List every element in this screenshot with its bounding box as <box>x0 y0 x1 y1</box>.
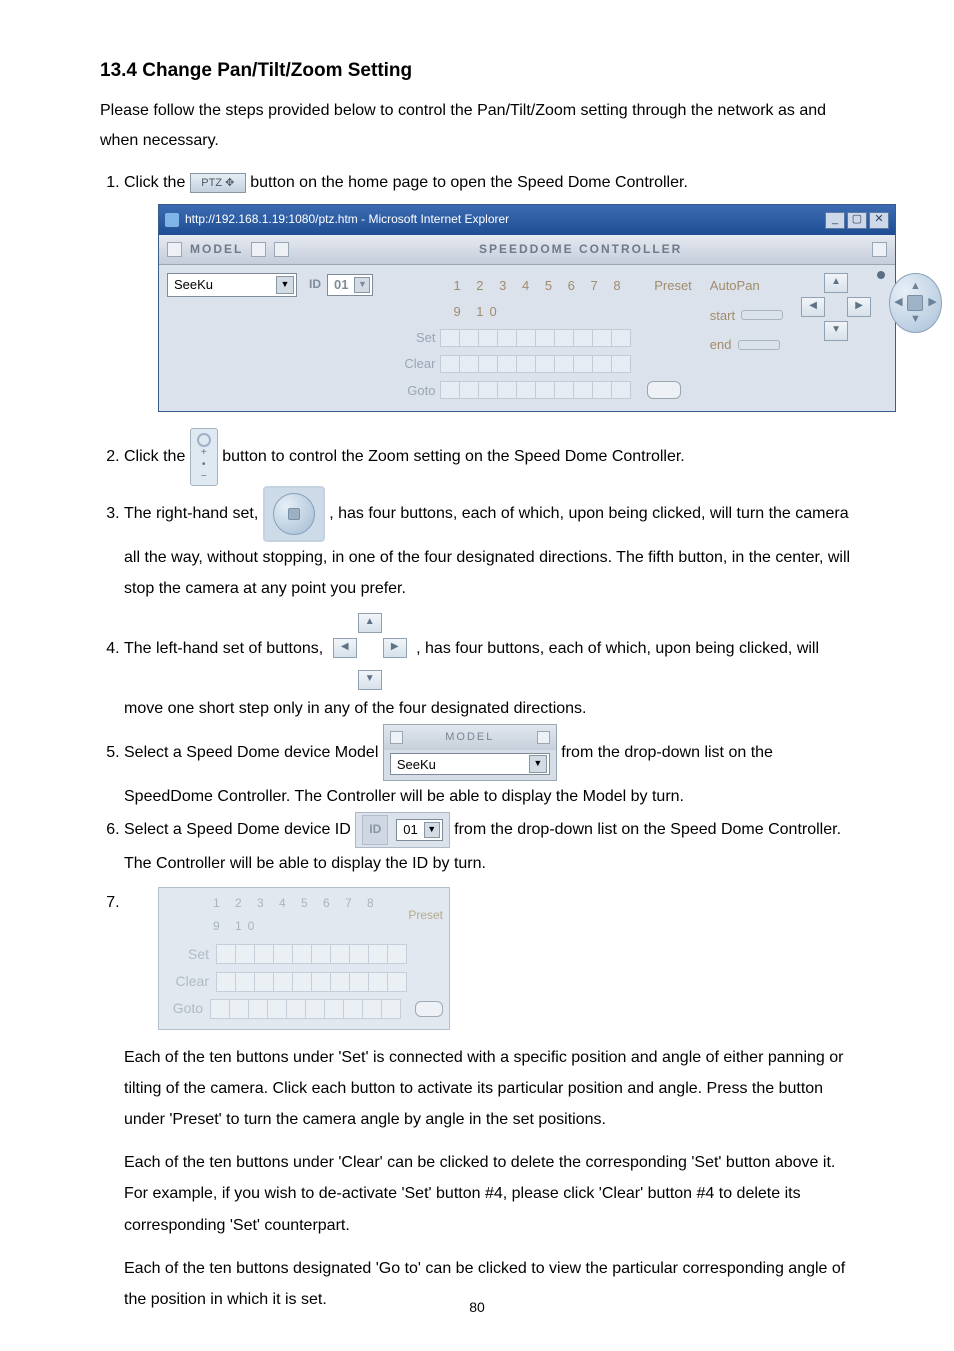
clear-buttons-row[interactable] <box>441 355 631 373</box>
cont-left-button[interactable]: ◀ <box>894 292 902 313</box>
step-2: Click the button to control the Zoom set… <box>124 428 854 486</box>
set-buttons-row[interactable] <box>441 329 631 347</box>
step-arrow-pad: ▲ ◀ ▶ ▼ <box>801 273 871 341</box>
id-label: ID <box>309 273 321 296</box>
autopan-group: AutoPan start end <box>710 273 783 357</box>
continuous-arrow-pad-image[interactable] <box>263 486 325 542</box>
goto-buttons-row[interactable] <box>441 381 631 399</box>
step7-para2: Each of the ten buttons under 'Clear' ca… <box>124 1147 854 1241</box>
model-select-value: SeeKu <box>174 272 213 297</box>
step-7: 1 2 3 4 5 6 7 8 9 10 Preset Set Clear <box>124 887 854 1315</box>
id-select-widget: ID 01 ▼ <box>355 812 449 847</box>
preset-numbers: 1 2 3 4 5 6 7 8 9 10 <box>213 892 388 939</box>
row-clear-label: Clear <box>165 968 209 995</box>
set-buttons-row[interactable] <box>217 944 407 964</box>
model-widget-header: MODEL <box>445 727 494 748</box>
step3-pre: The right-hand set, <box>124 505 263 522</box>
goto-buttons-row[interactable] <box>211 999 401 1019</box>
preset-numbers: 1 2 3 4 5 6 7 8 9 10 <box>453 273 642 324</box>
controller-header-bar: MODEL SPEEDDOME CONTROLLER <box>159 235 895 265</box>
step6-pre: Select a Speed Dome device ID <box>124 821 355 838</box>
model-select-value: SeeKu <box>397 752 436 777</box>
preset-cycle-button[interactable] <box>647 381 681 399</box>
step-3: The right-hand set, , has four buttons, … <box>124 486 854 604</box>
id-label: ID <box>362 815 388 844</box>
cont-right-button[interactable]: ▶ <box>928 292 936 313</box>
header-square-icon <box>390 731 403 744</box>
window-minimize-button[interactable]: _ <box>825 212 845 229</box>
step-right-button[interactable]: ▶ <box>847 297 871 317</box>
step-up-button[interactable]: ▲ <box>824 273 848 293</box>
step-5: Select a Speed Dome device Model MODEL S… <box>124 724 854 813</box>
section-heading: 13.4 Change Pan/Tilt/Zoom Setting <box>100 60 854 82</box>
header-square-icon <box>872 242 887 257</box>
step4-pre: The left-hand set of buttons, <box>124 640 328 657</box>
intro-text: Please follow the steps provided below t… <box>100 96 854 155</box>
step-up-button[interactable]: ▲ <box>358 613 382 633</box>
id-select[interactable]: 01 ▼ <box>327 274 373 296</box>
preset-header: Preset <box>402 904 443 927</box>
step1-post: button on the home page to open the Spee… <box>250 174 688 191</box>
preset-cycle-button[interactable] <box>415 1001 443 1017</box>
step2-post: button to control the Zoom setting on th… <box>222 448 685 465</box>
preset-header: Preset <box>654 273 692 324</box>
header-square-icon <box>537 731 550 744</box>
step2-pre: Click the <box>124 448 190 465</box>
step-right-button[interactable]: ▶ <box>383 638 407 658</box>
step7-para1: Each of the ten buttons under 'Set' is c… <box>124 1042 854 1136</box>
step-6: Select a Speed Dome device ID ID 01 ▼ fr… <box>124 812 854 879</box>
window-titlebar[interactable]: http://192.168.1.19:1080/ptz.htm - Micro… <box>159 205 895 234</box>
id-select-group: ID 01 ▼ <box>309 273 373 296</box>
header-square-icon <box>274 242 289 257</box>
continuous-arrow-pad[interactable]: ▲ ◀ ▶ ▼ <box>889 273 942 333</box>
window-close-button[interactable]: ✕ <box>869 212 889 229</box>
step-down-button[interactable]: ▼ <box>824 321 848 341</box>
preset-table-image: 1 2 3 4 5 6 7 8 9 10 Preset Set Clear <box>158 887 450 1030</box>
step1-pre: Click the <box>124 174 190 191</box>
row-goto-label: Goto <box>165 995 203 1022</box>
ie-icon <box>165 213 179 227</box>
step5-pre: Select a Speed Dome device Model <box>124 744 383 761</box>
clear-buttons-row[interactable] <box>217 972 407 992</box>
cont-down-button[interactable]: ▼ <box>910 309 921 330</box>
header-title: SPEEDDOME CONTROLLER <box>479 238 682 261</box>
row-goto-label: Goto <box>391 378 435 403</box>
chevron-down-icon[interactable]: ▼ <box>276 276 294 294</box>
window-maximize-button[interactable]: ▢ <box>847 212 867 229</box>
zoom-control-image[interactable] <box>190 428 218 486</box>
step-4: The left-hand set of buttons, ▲ ◀ ▶ ▼ , … <box>124 604 854 724</box>
autopan-end-button[interactable] <box>738 340 780 350</box>
id-select[interactable]: 01 ▼ <box>396 819 442 841</box>
step-down-button[interactable]: ▼ <box>358 670 382 690</box>
model-select[interactable]: SeeKu ▼ <box>167 273 297 297</box>
speed-dome-controller-window: http://192.168.1.19:1080/ptz.htm - Micro… <box>158 204 896 412</box>
row-set-label: Set <box>165 941 209 968</box>
chevron-down-icon[interactable]: ▼ <box>529 755 547 773</box>
ptz-button[interactable]: PTZ ✥ <box>190 173 246 193</box>
step-left-button[interactable]: ◀ <box>333 638 357 658</box>
id-select-value: 01 <box>403 817 417 842</box>
model-select[interactable]: SeeKu ▼ <box>390 753 550 775</box>
model-select-widget: MODEL SeeKu ▼ <box>383 724 557 781</box>
step-1: Click the PTZ ✥ button on the home page … <box>124 167 854 412</box>
chevron-down-icon[interactable]: ▼ <box>424 822 440 838</box>
page-number: 80 <box>0 1299 954 1315</box>
step-left-button[interactable]: ◀ <box>801 297 825 317</box>
id-select-value: 01 <box>334 272 348 297</box>
step-arrow-pad-image[interactable]: ▲ ◀ ▶ ▼ <box>328 604 412 692</box>
autopan-start-button[interactable] <box>741 310 783 320</box>
header-square-icon <box>167 242 182 257</box>
row-clear-label: Clear <box>391 351 435 376</box>
cont-up-button[interactable]: ▲ <box>910 276 921 297</box>
header-square-icon <box>251 242 266 257</box>
autopan-end-label: end <box>710 332 732 357</box>
autopan-start-label: start <box>710 303 735 328</box>
header-model-label: MODEL <box>190 238 243 261</box>
window-title: http://192.168.1.19:1080/ptz.htm - Micro… <box>185 208 509 231</box>
chevron-down-icon[interactable]: ▼ <box>354 277 370 293</box>
row-set-label: Set <box>391 325 435 350</box>
autopan-label: AutoPan <box>710 273 783 298</box>
